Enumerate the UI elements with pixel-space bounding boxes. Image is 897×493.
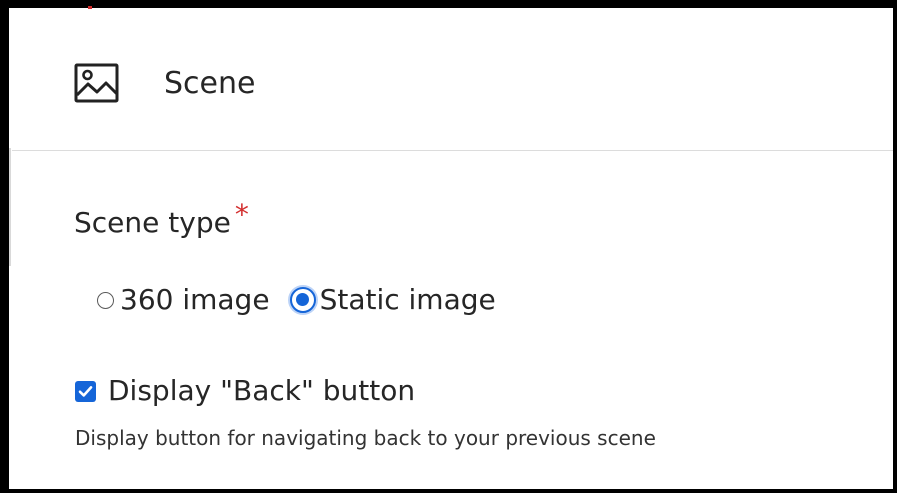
side-divider (9, 148, 11, 266)
radio-option-static-image[interactable]: Static image (289, 280, 496, 320)
radio-label-static-image: Static image (319, 283, 496, 316)
scene-type-label-text: Scene type (74, 206, 231, 239)
radio-option-360-image[interactable]: 360 image (97, 280, 290, 320)
radio-label-360-image: 360 image (120, 283, 270, 316)
scene-type-label: Scene type * (74, 198, 249, 243)
radio-button-360-image[interactable] (97, 291, 114, 309)
display-back-button-label: Display "Back" button (108, 374, 416, 407)
checkmark-icon (78, 385, 93, 397)
section-header: Scene (12, 8, 893, 151)
required-asterisk: * (234, 198, 249, 231)
frame-bottom-border (0, 489, 897, 493)
display-back-button-option[interactable]: Display "Back" button (75, 370, 415, 412)
frame-right-border (893, 0, 897, 493)
scene-type-radio-group: 360 image Static image (97, 280, 496, 320)
display-back-button-checkbox[interactable] (75, 380, 96, 402)
section-title: Scene (164, 66, 256, 101)
display-back-button-description: Display button for navigating back to yo… (75, 426, 656, 450)
frame-left-border (0, 0, 9, 493)
image-icon (74, 62, 122, 106)
frame-top-border (0, 0, 897, 8)
radio-button-static-image[interactable] (289, 287, 316, 313)
